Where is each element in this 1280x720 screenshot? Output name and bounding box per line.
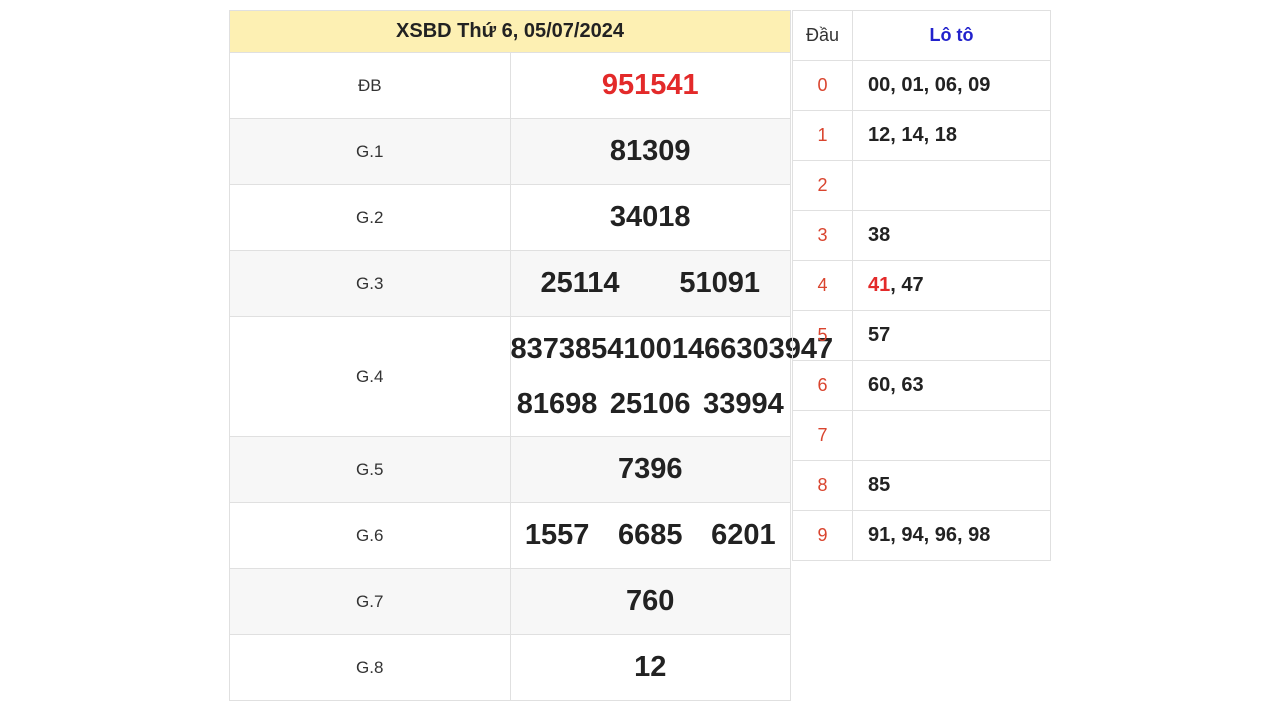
prize-row-g2: G.2 34018: [229, 184, 791, 251]
prize-label: G.7: [229, 568, 511, 635]
prize-number: 25114: [540, 267, 620, 299]
prize-label: ĐB: [229, 52, 511, 119]
loto-row: 4 41, 47: [792, 260, 1051, 311]
loto-value: 57: [868, 324, 891, 346]
prize-number: 54100: [591, 332, 672, 365]
prize-row-g5: G.5 7396: [229, 436, 791, 503]
prize-number: 1557: [524, 519, 590, 551]
results-title: XSBD Thứ 6, 05/07/2024: [229, 10, 791, 53]
loto-row: 0 00, 01, 06, 09: [792, 60, 1051, 111]
prize-number: 14663: [671, 332, 753, 365]
loto-dau: 7: [792, 410, 853, 461]
results-table: XSBD Thứ 6, 05/07/2024 ĐB 951541 G.1 813…: [229, 10, 833, 701]
prize-row-g3: G.3 25114 51091: [229, 250, 791, 317]
prize-row-g7: G.7 760: [229, 568, 791, 635]
loto-values: 91, 94, 96, 98: [852, 510, 1051, 561]
prize-number: 6685: [617, 519, 683, 551]
loto-value: 60: [868, 374, 891, 396]
prize-label: G.5: [229, 436, 511, 503]
loto-value: 98: [968, 524, 991, 546]
loto-values: 60, 63: [852, 360, 1051, 411]
prize-number: 83738: [510, 332, 592, 365]
loto-values: 85: [852, 460, 1051, 511]
loto-dau: 9: [792, 510, 853, 561]
loto-value: 94: [901, 524, 924, 546]
loto-row: 2: [792, 160, 1051, 211]
prize-number: 760: [626, 585, 675, 617]
loto-row: 9 91, 94, 96, 98: [792, 510, 1051, 561]
prize-number: 6201: [711, 519, 776, 551]
prize-number: 25106: [609, 387, 691, 420]
loto-value: 14: [901, 124, 924, 146]
prize-row-g1: G.1 81309: [229, 118, 791, 185]
prize-label: G.1: [229, 118, 511, 185]
prize-number: 81309: [609, 135, 691, 167]
loto-value: 06: [934, 74, 957, 96]
prize-row-g8: G.8 12: [229, 634, 791, 701]
prize-number: 33994: [703, 387, 784, 420]
loto-value: 38: [868, 224, 891, 246]
loto-value: 63: [901, 374, 924, 396]
loto-header-dau: Đầu: [792, 10, 853, 61]
loto-table: Đầu Lô tô 0 00, 01, 06, 09 1 12, 14, 18 2 3 38…: [792, 10, 1051, 561]
prize-number: 7396: [617, 453, 683, 485]
loto-dau: 4: [792, 260, 853, 311]
prize-label: G.2: [229, 184, 511, 251]
prize-label: G.4: [229, 316, 511, 437]
loto-header-loto: Lô tô: [852, 10, 1051, 61]
loto-value: 00: [868, 74, 891, 96]
loto-dau: 1: [792, 110, 853, 161]
loto-values: [852, 160, 1051, 211]
loto-row: 3 38: [792, 210, 1051, 261]
prize-label: G.8: [229, 634, 511, 701]
prize-number-special: 951541: [601, 69, 699, 101]
prize-label: G.3: [229, 250, 511, 317]
loto-value: 12: [868, 124, 891, 146]
loto-value: 41: [868, 274, 891, 296]
loto-header-row: Đầu Lô tô: [792, 10, 1051, 61]
prize-row-g6: G.6 1557 6685 6201: [229, 502, 791, 569]
loto-value: 91: [868, 524, 891, 546]
loto-dau: 8: [792, 460, 853, 511]
prize-number: 81698: [516, 387, 598, 420]
loto-value: 96: [934, 524, 957, 546]
prize-row-g4: G.4 83738 54100 14663 03947 81698 25106 …: [229, 316, 833, 437]
loto-values: 00, 01, 06, 09: [852, 60, 1051, 111]
loto-row: 1 12, 14, 18: [792, 110, 1051, 161]
loto-values: [852, 410, 1051, 461]
loto-value: 09: [968, 74, 991, 96]
loto-row: 8 85: [792, 460, 1051, 511]
loto-dau: 6: [792, 360, 853, 411]
loto-row: 6 60, 63: [792, 360, 1051, 411]
loto-values: 41, 47: [852, 260, 1051, 311]
loto-dau: 2: [792, 160, 853, 211]
prize-row-special: ĐB 951541: [229, 52, 791, 119]
loto-value: 85: [868, 474, 891, 496]
loto-values: 57: [852, 310, 1051, 361]
loto-values: 38: [852, 210, 1051, 261]
loto-dau: 5: [792, 310, 853, 361]
loto-row: 5 57: [792, 310, 1051, 361]
loto-dau: 0: [792, 60, 853, 111]
loto-dau: 3: [792, 210, 853, 261]
loto-values: 12, 14, 18: [852, 110, 1051, 161]
prize-number: 12: [634, 651, 667, 683]
prize-number: 34018: [609, 201, 691, 233]
prize-label: G.6: [229, 502, 511, 569]
loto-value: 01: [901, 74, 924, 96]
prize-number: 51091: [679, 267, 761, 299]
loto-row: 7: [792, 410, 1051, 461]
loto-value: 47: [901, 274, 924, 296]
loto-value: 18: [934, 124, 957, 146]
